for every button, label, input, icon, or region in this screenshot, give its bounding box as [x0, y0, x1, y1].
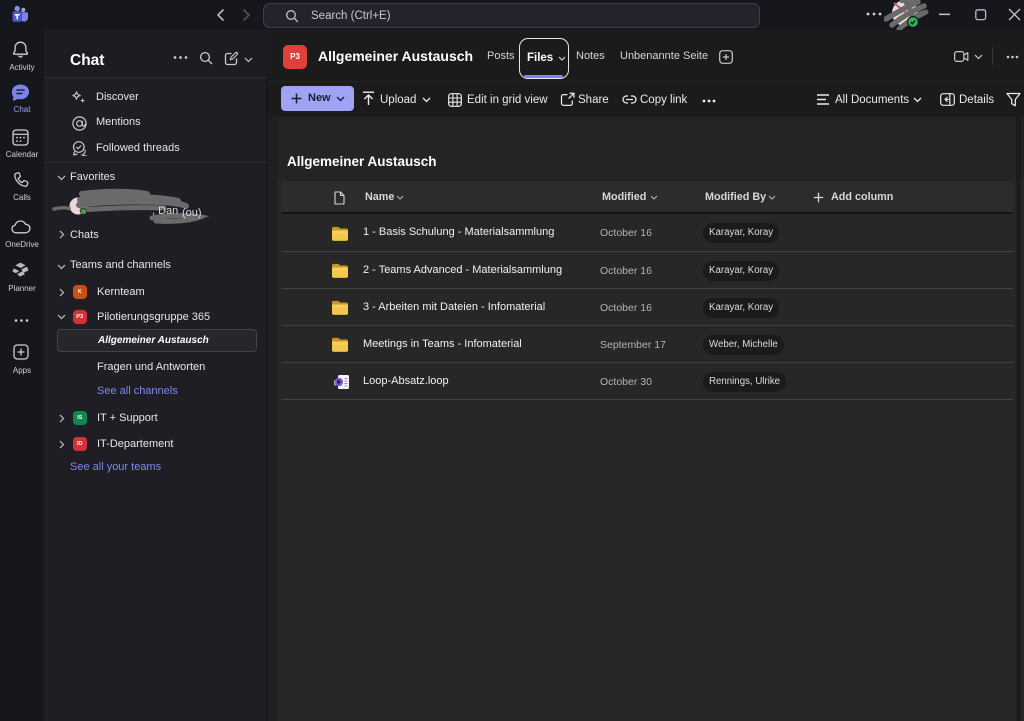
svg-text:(ou): (ou) — [182, 207, 202, 219]
svg-text:, Dan: , Dan — [152, 205, 178, 217]
